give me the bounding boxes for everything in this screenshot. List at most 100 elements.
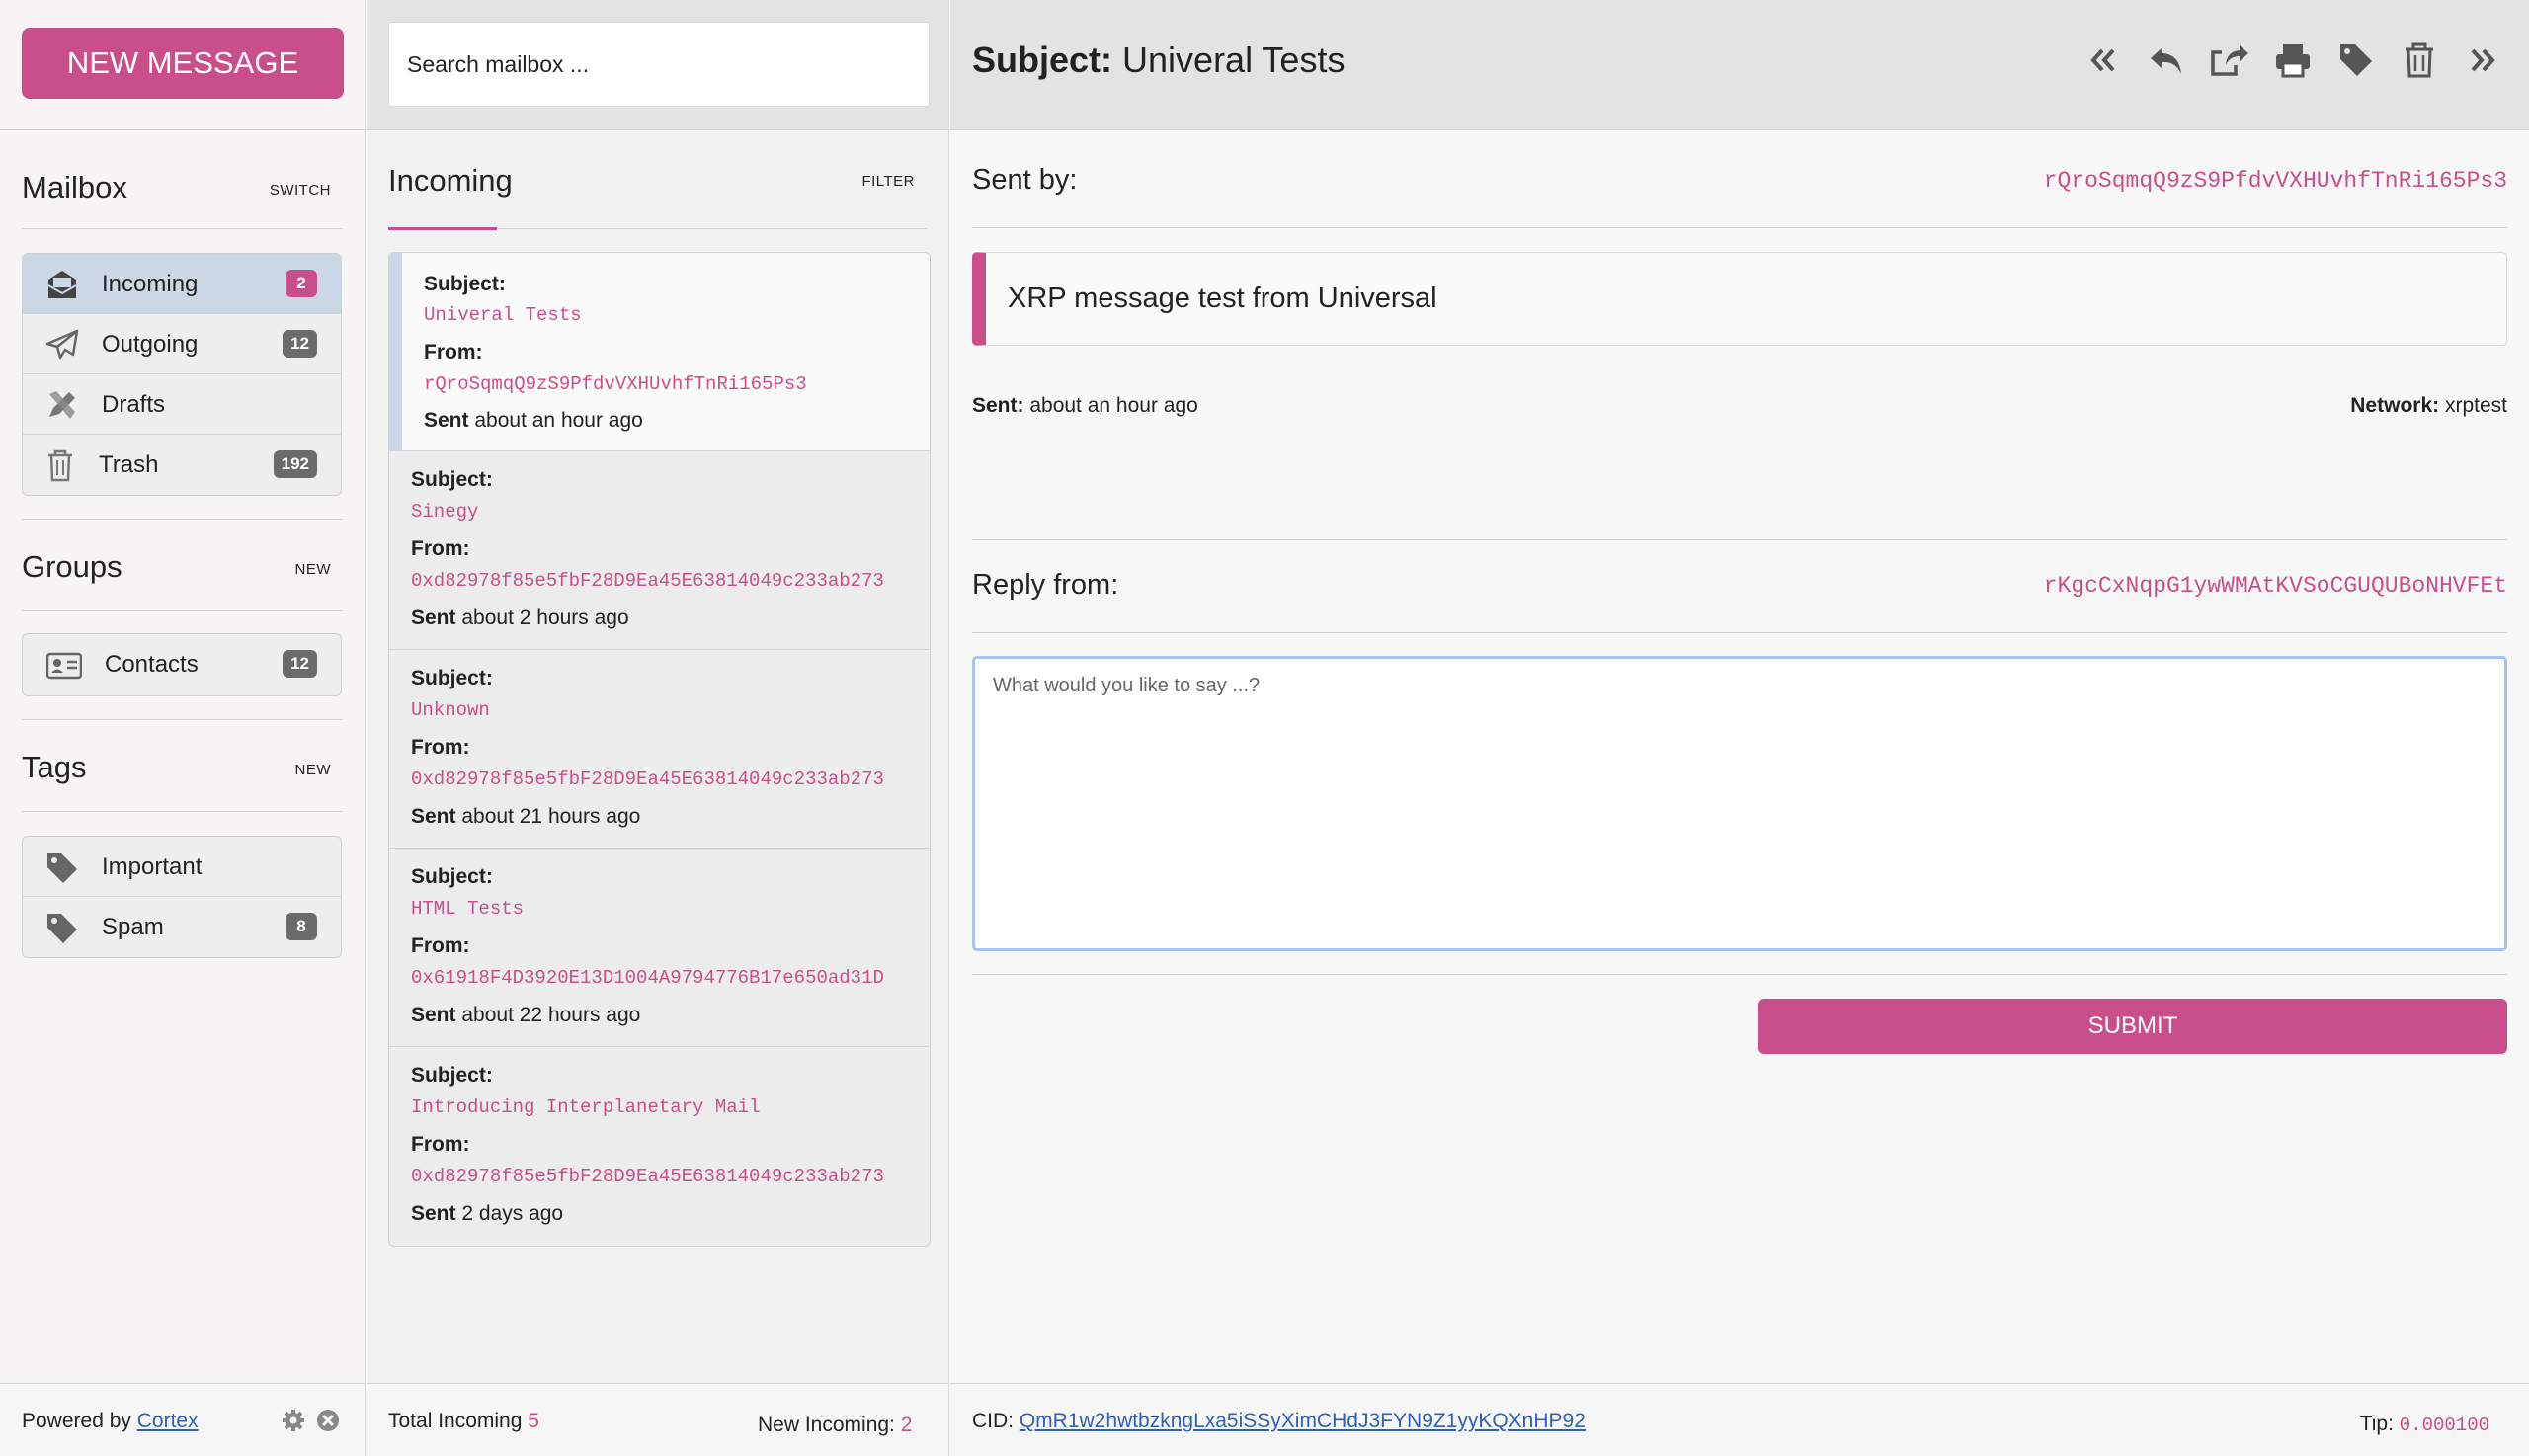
sidebar-item-label: Contacts (105, 651, 199, 678)
gear-icon[interactable] (282, 1409, 305, 1432)
sidebar-item-incoming[interactable]: Incoming 2 (23, 254, 341, 314)
groups-menu: Contacts 12 (22, 633, 342, 696)
list-footer: Total Incoming 5 New Incoming: 2 (367, 1383, 948, 1456)
new-group-button[interactable]: NEW (295, 561, 332, 578)
trash-icon (48, 449, 72, 482)
sidebar-item-label: Incoming (102, 271, 199, 297)
subject-label: Subject: (411, 667, 493, 689)
subject-value: Univeral Tests (1122, 40, 1346, 80)
cid-line: CID: QmR1w2hwtbzkngLxa5iSSyXimCHdJ3FYN9Z… (972, 1410, 1586, 1433)
sidebar-item-drafts[interactable]: Drafts (23, 374, 341, 435)
message-subject: Subject: Univeral Tests (972, 40, 1345, 81)
sidebar-item-contacts[interactable]: Contacts 12 (23, 634, 341, 695)
sidebar-item-label: Trash (99, 451, 159, 478)
reply-textarea[interactable] (972, 656, 2507, 951)
sent-line: Sent 2 days ago (411, 1202, 563, 1226)
mailbox-header: Mailbox SWITCH (22, 140, 343, 229)
outgoing-count-badge: 12 (283, 330, 317, 358)
incoming-count-badge: 2 (286, 270, 317, 297)
reply-from-address: rKgcCxNqpG1ywWMAtKVSoCGUQUBoNHVFEt (2043, 573, 2507, 599)
powered-by-label: Powered by (22, 1410, 131, 1432)
submit-button[interactable]: SUBMIT (1758, 999, 2507, 1054)
subject-value: Sinegy (411, 501, 479, 523)
subject-label: Subject: (411, 468, 493, 491)
reply-from-label: Reply from: (972, 569, 1119, 601)
mailbox-switch-button[interactable]: SWITCH (270, 182, 331, 199)
sidebar-item-label: Drafts (102, 391, 166, 418)
list-item[interactable]: Subject: Univeral Tests From: rQroSqmqQ9… (389, 253, 930, 451)
search-bar (367, 0, 948, 130)
delete-button[interactable] (2399, 40, 2440, 81)
cid-link[interactable]: QmR1w2hwtbzkngLxa5iSSyXimCHdJ3FYN9Z1yyKQ… (1020, 1410, 1586, 1432)
list-item[interactable]: Subject: HTML Tests From: 0x61918F4D3920… (389, 849, 930, 1047)
new-tag-button[interactable]: NEW (295, 762, 332, 778)
sent-by-label: Sent by: (972, 164, 1078, 196)
sent-value: 2 days ago (461, 1202, 564, 1225)
sidebar-item-important[interactable]: Important (23, 837, 341, 897)
next-message-button[interactable] (2462, 40, 2503, 81)
reply-button[interactable] (2146, 40, 2187, 81)
cid-label: CID: (972, 1410, 1014, 1432)
sent-value: about an hour ago (474, 409, 643, 432)
paper-plane-icon (45, 329, 79, 360)
tag-icon (47, 914, 77, 943)
subject-label: Subject: (411, 1064, 493, 1087)
subject-value: Unknown (411, 699, 490, 721)
sidebar-item-label: Important (102, 853, 203, 880)
divider (972, 974, 2507, 975)
pencil-ruler-icon (49, 391, 75, 419)
from-value: 0xd82978f85e5fbF28D9Ea45E63814049c233ab2… (411, 570, 884, 592)
incoming-title: Incoming (388, 163, 513, 198)
from-value: rQroSqmqQ9zS9PfdvVXHUvhfTnRi165Ps3 (424, 373, 807, 395)
subject-label: Subject: (411, 865, 493, 888)
tags-title: Tags (22, 750, 87, 784)
new-incoming-value: 2 (900, 1414, 913, 1436)
message-list: Subject: Univeral Tests From: rQroSqmqQ9… (388, 252, 931, 1247)
sent-line: Sent about 21 hours ago (411, 805, 640, 829)
tip-line: Tip: 0.000100 (2360, 1413, 2489, 1436)
sent-line: Sent about 2 hours ago (411, 607, 629, 630)
list-item[interactable]: Subject: Unknown From: 0xd82978f85e5fbF2… (389, 650, 930, 849)
contacts-count-badge: 12 (283, 650, 317, 678)
sent-label: Sent (411, 1202, 456, 1225)
sent-label: Sent: (972, 394, 1024, 417)
from-label: From: (411, 736, 470, 759)
sidebar-item-outgoing[interactable]: Outgoing 12 (23, 314, 341, 374)
subject-label: Subject: (972, 40, 1113, 80)
incoming-header: Incoming FILTER (388, 130, 927, 230)
network-label: Network: (2350, 394, 2440, 417)
cortex-link[interactable]: Cortex (137, 1410, 199, 1432)
forward-button[interactable] (2209, 40, 2250, 81)
print-button[interactable] (2272, 40, 2314, 81)
tag-icon (47, 853, 77, 883)
subject-value: Introducing Interplanetary Mail (411, 1096, 761, 1118)
sent-meta: Sent: about an hour ago (972, 394, 1198, 418)
subject-value: HTML Tests (411, 898, 525, 920)
sidebar-item-trash[interactable]: Trash 192 (23, 435, 341, 495)
sidebar-topbar: NEW MESSAGE (0, 0, 365, 130)
tag-button[interactable] (2335, 40, 2377, 81)
sent-label: Sent (411, 607, 456, 629)
from-label: From: (424, 341, 483, 364)
previous-message-button[interactable] (2082, 40, 2124, 81)
list-item[interactable]: Subject: Introducing Interplanetary Mail… (389, 1047, 930, 1246)
total-incoming-label: Total Incoming (388, 1410, 523, 1432)
network-value: xrptest (2444, 394, 2507, 417)
double-right-icon (2471, 48, 2495, 72)
filter-button[interactable]: FILTER (861, 173, 915, 190)
print-icon (2276, 44, 2310, 78)
sent-label: Sent (411, 805, 456, 828)
new-message-button[interactable]: NEW MESSAGE (22, 28, 344, 99)
sidebar-item-spam[interactable]: Spam 8 (23, 897, 341, 957)
search-input[interactable] (388, 22, 930, 107)
message-footer: CID: QmR1w2hwtbzkngLxa5iSSyXimCHdJ3FYN9Z… (950, 1383, 2529, 1456)
list-item[interactable]: Subject: Sinegy From: 0xd82978f85e5fbF28… (389, 451, 930, 650)
from-value: 0xd82978f85e5fbF28D9Ea45E63814049c233ab2… (411, 1166, 884, 1187)
close-circle-icon[interactable] (316, 1409, 340, 1432)
powered-by-text: Powered by Cortex (22, 1410, 199, 1433)
groups-title: Groups (22, 549, 122, 584)
sent-line: Sent about 22 hours ago (411, 1004, 640, 1027)
from-value: 0x61918F4D3920E13D1004A9794776B17e650ad3… (411, 967, 884, 989)
from-value: 0xd82978f85e5fbF28D9Ea45E63814049c233ab2… (411, 768, 884, 790)
trash-count-badge: 192 (273, 450, 317, 478)
